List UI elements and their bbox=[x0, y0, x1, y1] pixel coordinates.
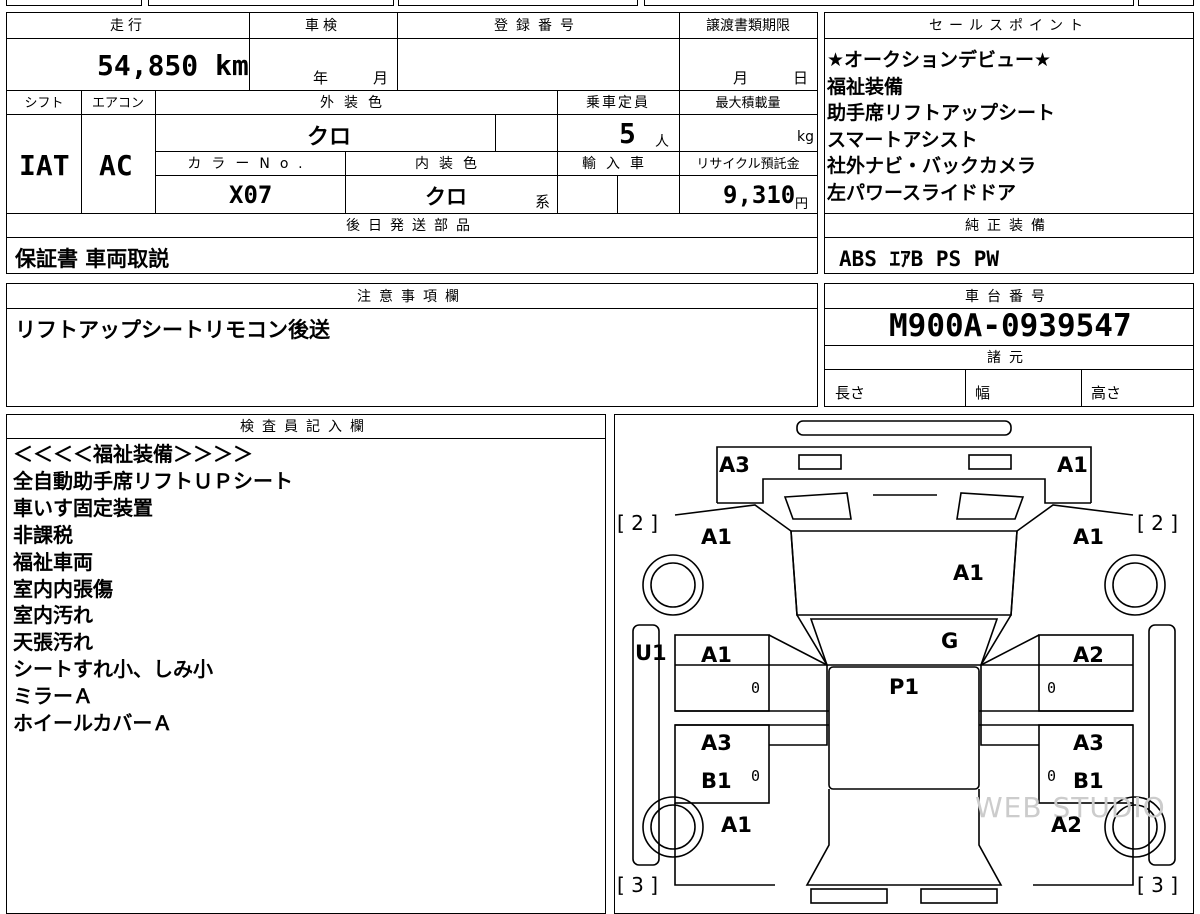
inspector-line: 全自動助手席リフトＵＰシート bbox=[13, 468, 293, 493]
genuine-equipment-value: ABS ｴｱB PS PW bbox=[839, 247, 1000, 271]
damage-code-hood: A1 bbox=[953, 561, 984, 585]
damage-code-door-rl-1: A3 bbox=[701, 731, 732, 755]
inspector-line: 車いす固定装置 bbox=[13, 495, 153, 520]
damage-code-door-fl: A1 bbox=[701, 643, 732, 667]
damage-code-mirror-left: U1 bbox=[635, 641, 667, 665]
mileage-label: 走行 bbox=[110, 18, 146, 34]
recycle-value: 9,310 bbox=[723, 181, 796, 209]
bracket-top-left: [ 2 ] bbox=[617, 511, 659, 535]
later-parts-label: 後日発送部品 bbox=[346, 218, 478, 234]
sales-points-list: ★オークションデビュー★ 福祉装備 助手席リフトアップシート スマートアシスト … bbox=[827, 47, 1055, 206]
inspection-year-unit: 年 bbox=[313, 69, 329, 87]
top-strip-fragment bbox=[1138, 0, 1194, 6]
mileage-value: 54,850 km bbox=[97, 49, 249, 82]
bracket-top-right: [ 2 ] bbox=[1137, 511, 1179, 535]
inspector-line: シートすれ小、しみ小 bbox=[13, 657, 213, 682]
exterior-color-label: 外装色 bbox=[320, 95, 392, 111]
sales-point-item: 福祉装備 bbox=[827, 75, 904, 98]
spec-width-label: 幅 bbox=[975, 384, 991, 402]
sales-point-item: 助手席リフトアップシート bbox=[827, 102, 1056, 124]
zero-mark: 0 bbox=[1047, 767, 1057, 785]
damage-code-fender-left: A1 bbox=[701, 525, 732, 549]
chassis-value: M900A-0939547 bbox=[889, 308, 1132, 344]
capacity-unit: 人 bbox=[655, 134, 669, 150]
sales-point-item: 左パワースライドドア bbox=[827, 181, 1017, 204]
deadline-month-unit: 月 bbox=[733, 69, 749, 87]
top-strip-fragment bbox=[148, 0, 394, 6]
notes-label: 注意事項欄 bbox=[357, 289, 467, 305]
genuine-equipment-label: 純正装備 bbox=[965, 218, 1053, 234]
capacity-label: 乗車定員 bbox=[586, 95, 650, 111]
chassis-panel: 車台番号 M900A-0939547 諸元 長さ 幅 高さ bbox=[824, 283, 1194, 407]
notes-value: リフトアップシートリモコン後送 bbox=[15, 318, 330, 342]
notes-panel: 注意事項欄 リフトアップシートリモコン後送 bbox=[6, 283, 818, 407]
damage-code-door-rr-2: B1 bbox=[1073, 769, 1104, 793]
inspection-month-unit: 月 bbox=[373, 69, 389, 87]
vehicle-info-grid: 走行 車検 登録番号 譲渡書類期限 54,850 km 年 月 月 日 シフト … bbox=[6, 12, 818, 274]
inspector-line: ミラーＡ bbox=[13, 684, 93, 709]
inspector-panel: 検査員記入欄 ＜＜＜＜福祉装備＞＞＞＞ 全自動助手席リフトＵＰシート 車いす固定… bbox=[6, 414, 606, 914]
damage-code-door-rl-2: B1 bbox=[701, 769, 732, 793]
top-strip-fragment bbox=[6, 0, 142, 6]
shift-value: IAT bbox=[19, 149, 70, 182]
inspector-line: ホイールカバーＡ bbox=[13, 711, 173, 736]
recycle-label: リサイクル預託金 bbox=[696, 157, 800, 172]
chassis-label: 車台番号 bbox=[965, 289, 1053, 305]
inspector-line: 室内汚れ bbox=[13, 603, 93, 628]
damage-code-quarter-left: A1 bbox=[721, 813, 752, 837]
inspector-line: 室内内張傷 bbox=[13, 576, 113, 601]
transfer-deadline-label: 譲渡書類期限 bbox=[706, 18, 790, 34]
max-load-label: 最大積載量 bbox=[715, 96, 781, 111]
damage-code-door-rr-1: A3 bbox=[1073, 731, 1104, 755]
damage-code-quarter-right: A2 bbox=[1051, 813, 1082, 837]
deadline-day-unit: 日 bbox=[793, 69, 809, 87]
inspector-line: 天張汚れ bbox=[13, 630, 93, 655]
sales-points-label: セールスポイント bbox=[929, 18, 1089, 34]
aircon-label: エアコン bbox=[91, 96, 144, 111]
interior-color-value: クロ bbox=[425, 185, 467, 209]
import-label: 輸入車 bbox=[582, 156, 654, 172]
color-no-value: X07 bbox=[229, 181, 273, 209]
sales-point-item: 社外ナビ・バックカメラ bbox=[827, 155, 1037, 177]
inspector-line: 福祉車両 bbox=[13, 549, 93, 574]
aircon-value: AC bbox=[99, 149, 133, 182]
car-damage-diagram: WEB STUDIO [ 2 ] [ 2 ] [ 3 ] [ 3 ] A3 A1… bbox=[614, 414, 1194, 914]
exterior-color-value: クロ bbox=[307, 125, 352, 150]
later-parts-value: 保証書 車両取説 bbox=[15, 247, 170, 271]
specs-label: 諸元 bbox=[987, 350, 1031, 366]
spec-height-label: 高さ bbox=[1091, 384, 1122, 402]
spec-length-label: 長さ bbox=[835, 384, 866, 402]
damage-code-windshield: G bbox=[941, 629, 959, 653]
sales-point-item: ★オークションデビュー★ bbox=[827, 49, 1052, 71]
color-no-label: カラーNo. bbox=[187, 156, 313, 172]
inspector-line: 非課税 bbox=[13, 522, 73, 547]
sales-points-panel: セールスポイント ★オークションデビュー★ 福祉装備 助手席リフトアップシート … bbox=[824, 12, 1194, 274]
interior-color-unit: 系 bbox=[535, 193, 551, 211]
bracket-bottom-left: [ 3 ] bbox=[617, 873, 659, 897]
zero-mark: 0 bbox=[751, 679, 761, 697]
top-strip-fragment bbox=[644, 0, 1134, 6]
inspector-lines: ＜＜＜＜福祉装備＞＞＞＞ 全自動助手席リフトＵＰシート 車いす固定装置 非課税 … bbox=[13, 441, 293, 737]
zero-mark: 0 bbox=[1047, 679, 1057, 697]
sales-point-item: スマートアシスト bbox=[827, 128, 978, 151]
damage-code-fender-right: A1 bbox=[1073, 525, 1104, 549]
registration-label: 登録番号 bbox=[494, 18, 582, 34]
inspector-label: 検査員記入欄 bbox=[240, 419, 372, 435]
max-load-unit: kg bbox=[797, 129, 814, 145]
damage-code-roof: P1 bbox=[889, 675, 920, 699]
damage-code-front-right: A1 bbox=[1057, 453, 1088, 477]
damage-code-front-left: A3 bbox=[719, 453, 750, 477]
shift-label: シフト bbox=[24, 96, 64, 111]
interior-color-label: 内装色 bbox=[415, 156, 487, 172]
damage-code-door-fr: A2 bbox=[1073, 643, 1104, 667]
capacity-value: 5 bbox=[619, 117, 636, 150]
recycle-unit: 円 bbox=[795, 197, 809, 212]
bracket-bottom-right: [ 3 ] bbox=[1137, 873, 1179, 897]
inspector-line: ＜＜＜＜福祉装備＞＞＞＞ bbox=[13, 442, 253, 466]
inspection-label: 車検 bbox=[305, 18, 341, 34]
top-strip-fragment bbox=[398, 0, 638, 6]
zero-mark: 0 bbox=[751, 767, 761, 785]
